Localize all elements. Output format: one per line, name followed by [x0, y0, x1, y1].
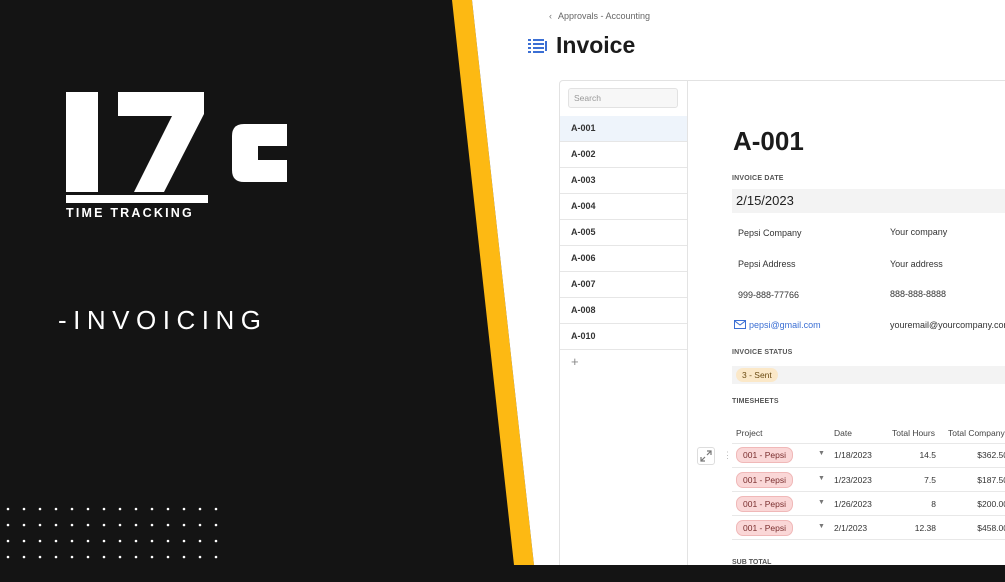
list-item[interactable]: A-003 — [560, 168, 687, 194]
timesheet-total: $200.00 — [977, 499, 1005, 509]
column-header-project[interactable]: Project — [736, 428, 762, 438]
company-name: Your company — [890, 227, 948, 237]
timesheet-total: $362.50 — [977, 450, 1005, 460]
list-item[interactable]: A-008 — [560, 298, 687, 324]
list-item[interactable]: A-002 — [560, 142, 687, 168]
chevron-down-icon[interactable]: ▼ — [818, 523, 825, 530]
column-header-date[interactable]: Date — [834, 428, 852, 438]
timesheet-hours: 7.5 — [924, 475, 936, 485]
timesheet-total: $458.00 — [977, 523, 1005, 533]
client-name: Pepsi Company — [738, 228, 802, 238]
timesheet-hours: 12.38 — [914, 523, 936, 533]
project-tag[interactable]: 001 - Pepsi — [736, 472, 793, 488]
expand-icon[interactable] — [697, 447, 715, 465]
chevron-down-icon[interactable]: ▼ — [818, 450, 825, 457]
row-divider — [732, 539, 1005, 540]
column-header-total-hours[interactable]: Total Hours — [892, 428, 935, 438]
project-tag[interactable]: 001 - Pepsi — [736, 496, 793, 512]
expand-arrows-icon — [700, 450, 712, 462]
row-divider — [732, 443, 1005, 444]
chevron-left-icon[interactable]: ‹ — [549, 11, 552, 21]
client-email-link[interactable]: pepsi@gmail.com — [749, 320, 821, 330]
client-address: Pepsi Address — [738, 259, 796, 269]
timesheet-hours: 8 — [931, 499, 936, 509]
timesheet-date: 1/23/2023 — [834, 475, 872, 485]
company-email: youremail@yourcompany.com — [890, 320, 1005, 330]
invoice-status-label: INVOICE STATUS — [732, 349, 793, 356]
chevron-down-icon[interactable]: ▼ — [818, 499, 825, 506]
add-invoice-button[interactable]: + — [571, 354, 579, 369]
breadcrumb[interactable]: ‹ Approvals - Accounting — [549, 11, 650, 21]
invoice-date-label: INVOICE DATE — [732, 175, 784, 182]
invoice-date-field[interactable]: 2/15/2023 — [732, 189, 1005, 213]
list-icon — [528, 38, 547, 53]
client-phone: 999-888-77766 — [738, 290, 800, 300]
timesheet-total: $187.50 — [977, 475, 1005, 485]
list-item[interactable]: A-001 — [560, 116, 687, 142]
list-item[interactable]: A-004 — [560, 194, 687, 220]
list-item[interactable]: A-005 — [560, 220, 687, 246]
timesheets-label: TIMESHEETS — [732, 398, 779, 405]
drag-handle-icon[interactable]: ⋮ — [723, 450, 732, 461]
mail-icon[interactable] — [734, 320, 746, 329]
timesheet-date: 1/18/2023 — [834, 450, 872, 460]
list-item[interactable]: A-006 — [560, 246, 687, 272]
search-input[interactable]: Search — [568, 88, 678, 108]
project-tag[interactable]: 001 - Pepsi — [736, 520, 793, 536]
list-item[interactable]: A-007 — [560, 272, 687, 298]
row-divider — [732, 491, 1005, 492]
status-badge[interactable]: 3 - Sent — [736, 368, 778, 382]
company-phone: 888-888-8888 — [890, 289, 947, 299]
timesheet-date: 2/1/2023 — [834, 523, 868, 533]
company-address: Your address — [890, 259, 943, 269]
chevron-down-icon[interactable]: ▼ — [818, 475, 825, 482]
page-header: Invoice — [528, 32, 635, 59]
invoice-id-title: A-001 — [733, 126, 804, 156]
project-tag[interactable]: 001 - Pepsi — [736, 447, 793, 463]
page-title: Invoice — [556, 32, 636, 58]
column-header-total-company[interactable]: Total Company — [948, 428, 1005, 438]
invoice-list: A-001 A-002 A-003 A-004 A-005 A-006 A-00… — [560, 116, 687, 350]
timesheet-hours: 14.5 — [919, 450, 936, 460]
row-divider — [732, 467, 1005, 468]
breadcrumb-text[interactable]: Approvals - Accounting — [558, 11, 650, 21]
timesheet-date: 1/26/2023 — [834, 499, 872, 509]
list-item[interactable]: A-010 — [560, 324, 687, 350]
row-divider — [732, 515, 1005, 516]
